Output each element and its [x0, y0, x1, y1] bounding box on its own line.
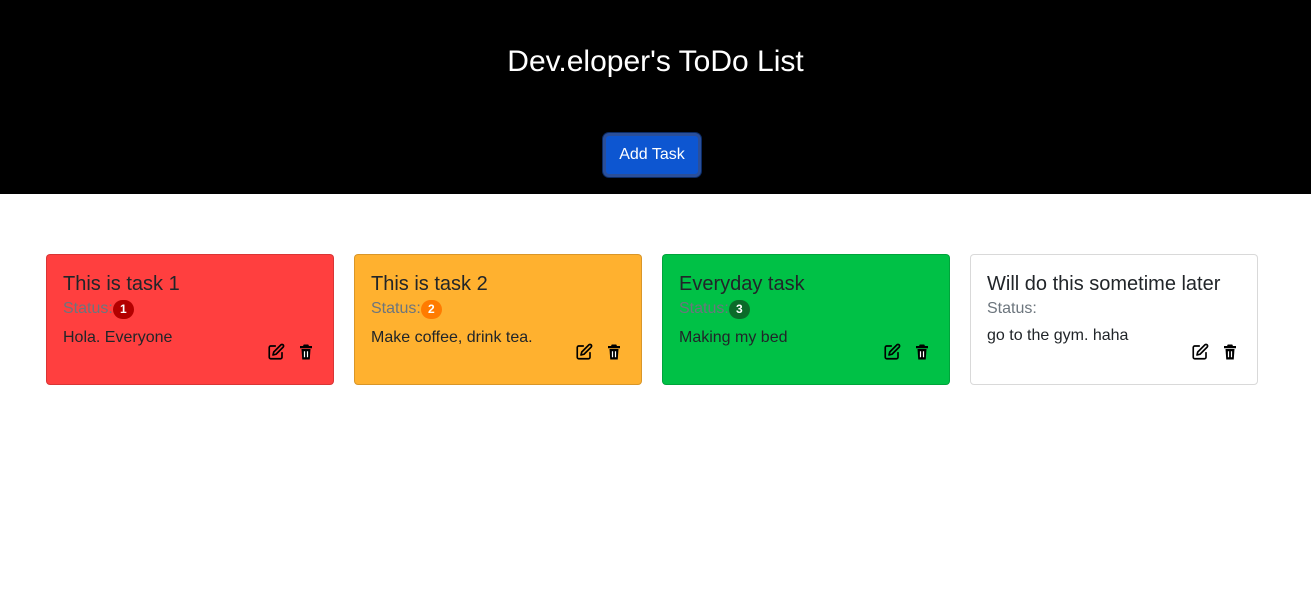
task-title: Everyday task — [679, 273, 805, 295]
task-title: Will do this sometime later — [987, 273, 1221, 295]
status-badge: 1 — [112, 299, 134, 319]
edit-icon[interactable] — [883, 343, 901, 361]
trash-icon[interactable] — [1221, 343, 1239, 361]
edit-icon[interactable] — [267, 343, 285, 361]
task-actions — [883, 343, 931, 361]
trash-icon[interactable] — [913, 343, 931, 361]
status-label: Status: — [987, 300, 1037, 317]
add-task-button[interactable]: Add Task — [603, 133, 701, 177]
status-badge: 3 — [728, 299, 750, 319]
task-card: Will do this sometime later Status: go t… — [970, 254, 1258, 385]
task-status: Status: 3 — [679, 298, 933, 320]
task-card: Everyday task Status: 3 Making my bed — [662, 254, 950, 385]
status-label: Status: — [679, 300, 729, 317]
status-label: Status: — [371, 300, 421, 317]
trash-icon[interactable] — [605, 343, 623, 361]
task-status: Status: — [987, 298, 1241, 320]
task-card-list: This is task 1 Status: 1 Hola. Everyone — [46, 254, 1258, 385]
edit-icon[interactable] — [575, 343, 593, 361]
task-actions — [575, 343, 623, 361]
trash-icon[interactable] — [297, 343, 315, 361]
task-actions — [267, 343, 315, 361]
task-card: This is task 2 Status: 2 Make coffee, dr… — [354, 254, 642, 385]
status-badge: 2 — [420, 299, 442, 319]
task-actions — [1191, 343, 1239, 361]
task-title: This is task 2 — [371, 273, 488, 295]
app-header: Dev.eloper's ToDo List Add Task — [0, 0, 1311, 194]
page-title: Dev.eloper's ToDo List — [507, 45, 804, 78]
task-title: This is task 1 — [63, 273, 180, 295]
status-label: Status: — [63, 300, 113, 317]
task-status: Status: 1 — [63, 298, 317, 320]
edit-icon[interactable] — [1191, 343, 1209, 361]
task-card: This is task 1 Status: 1 Hola. Everyone — [46, 254, 334, 385]
task-status: Status: 2 — [371, 298, 625, 320]
